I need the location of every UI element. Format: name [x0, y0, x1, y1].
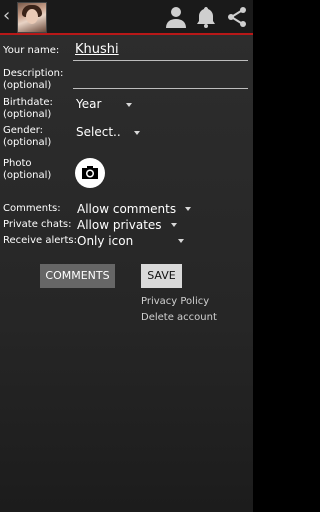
- photo-sub: (optional): [3, 170, 52, 181]
- name-field[interactable]: Khushi: [75, 42, 119, 57]
- camera-icon: [82, 166, 98, 179]
- receive-alerts-select[interactable]: Only icon: [77, 234, 133, 248]
- top-bar: ‹: [0, 0, 253, 35]
- chevron-down-icon: [178, 239, 184, 243]
- photo-label: Photo: [3, 158, 32, 169]
- gender-select[interactable]: Select..: [76, 125, 121, 139]
- private-chats-label: Private chats:: [3, 219, 72, 230]
- person-icon[interactable]: [164, 5, 188, 29]
- comments-select[interactable]: Allow comments: [77, 202, 176, 216]
- description-sub: (optional): [3, 80, 52, 91]
- chevron-down-icon: [185, 207, 191, 211]
- avatar[interactable]: [17, 2, 47, 33]
- share-icon[interactable]: [225, 5, 249, 29]
- delete-account-link[interactable]: Delete account: [141, 312, 217, 323]
- save-button[interactable]: SAVE: [141, 264, 182, 288]
- camera-button[interactable]: [75, 158, 105, 188]
- private-chats-select[interactable]: Allow privates: [77, 218, 162, 232]
- name-underline: [73, 60, 248, 61]
- receive-alerts-label: Receive alerts:: [3, 235, 77, 246]
- comments-button[interactable]: COMMENTS: [40, 264, 115, 288]
- description-field[interactable]: [73, 88, 248, 89]
- chevron-down-icon: [171, 223, 177, 227]
- birthdate-sub: (optional): [3, 109, 52, 120]
- gender-sub: (optional): [3, 137, 52, 148]
- birthdate-select[interactable]: Year: [76, 97, 101, 111]
- bell-icon[interactable]: [194, 5, 218, 29]
- comments-label: Comments:: [3, 203, 61, 214]
- description-label: Description:: [3, 68, 64, 79]
- chevron-down-icon: [126, 103, 132, 107]
- gender-label: Gender:: [3, 125, 44, 136]
- birthdate-label: Birthdate:: [3, 97, 53, 108]
- name-label: Your name:: [3, 45, 60, 56]
- privacy-policy-link[interactable]: Privacy Policy: [141, 296, 209, 307]
- back-icon[interactable]: ‹: [3, 6, 15, 26]
- chevron-down-icon: [134, 131, 140, 135]
